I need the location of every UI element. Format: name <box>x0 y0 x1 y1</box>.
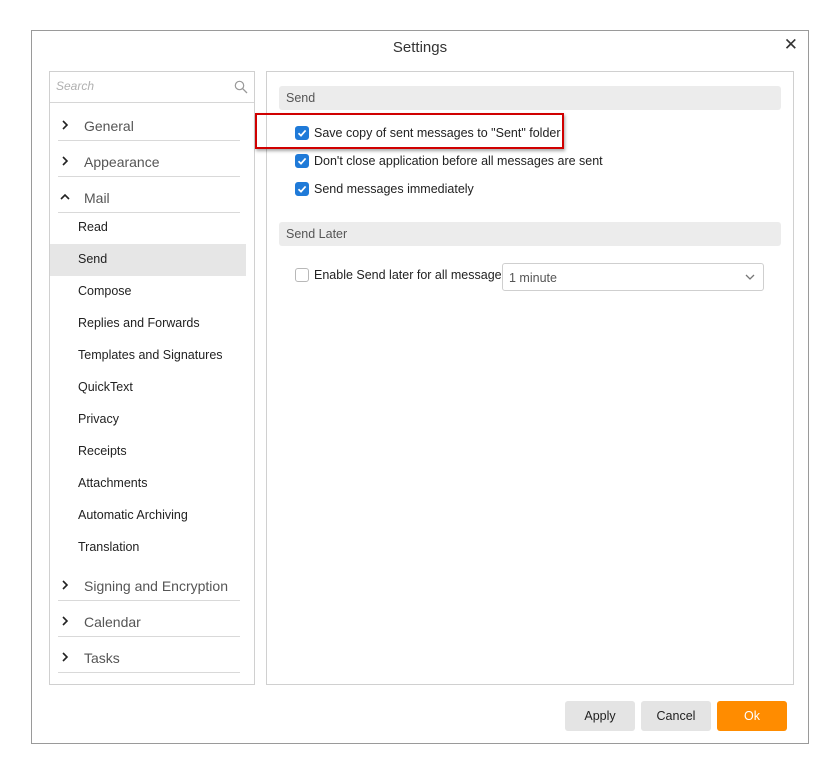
section-header-label: Send Later <box>286 227 348 241</box>
apply-button[interactable]: Apply <box>565 701 635 731</box>
sidebar-group-general[interactable]: General <box>58 112 240 141</box>
chevron-right-icon <box>62 120 69 130</box>
chevron-right-icon <box>62 616 69 626</box>
sidebar-group-label: Tasks <box>84 650 120 666</box>
section-header-label: Send <box>286 91 316 105</box>
search-icon[interactable] <box>234 80 248 94</box>
sidebar-item-templates-signatures[interactable]: Templates and Signatures <box>50 340 246 372</box>
sidebar-item-read[interactable]: Read <box>50 212 246 244</box>
sidebar-item-label: Receipts <box>78 444 127 458</box>
select-value: 1 minute <box>509 271 557 285</box>
option-label: Enable Send later for all messages <box>314 268 508 282</box>
sidebar-item-label: Privacy <box>78 412 119 426</box>
sidebar-item-send[interactable]: Send <box>50 244 246 276</box>
sidebar-item-label: Translation <box>78 540 140 554</box>
sidebar-item-compose[interactable]: Compose <box>50 276 246 308</box>
sidebar-group-tasks[interactable]: Tasks <box>58 644 240 673</box>
search-box <box>50 72 254 103</box>
sidebar-group-label: Mail <box>84 190 110 206</box>
checkbox-unchecked[interactable] <box>295 268 309 282</box>
option-label: Don't close application before all messa… <box>314 154 603 168</box>
sidebar-group-appearance[interactable]: Appearance <box>58 148 240 177</box>
option-label: Send messages immediately <box>314 182 474 196</box>
sidebar-item-label: QuickText <box>78 380 133 394</box>
checkbox-checked[interactable] <box>295 182 309 196</box>
check-icon <box>297 185 307 193</box>
chevron-down-icon <box>745 274 755 280</box>
sidebar-group-label: Signing and Encryption <box>84 578 228 594</box>
settings-sidebar: General Appearance Mail Read Send Compos… <box>49 71 255 685</box>
chevron-right-icon <box>62 580 69 590</box>
ok-button[interactable]: Ok <box>717 701 787 731</box>
close-icon[interactable]: ✕ <box>784 35 798 55</box>
sidebar-item-automatic-archiving[interactable]: Automatic Archiving <box>50 500 246 532</box>
sidebar-item-replies-forwards[interactable]: Replies and Forwards <box>50 308 246 340</box>
cancel-button[interactable]: Cancel <box>641 701 711 731</box>
sidebar-item-label: Compose <box>78 284 132 298</box>
sidebar-item-receipts[interactable]: Receipts <box>50 436 246 468</box>
check-icon <box>297 157 307 165</box>
sidebar-item-quicktext[interactable]: QuickText <box>50 372 246 404</box>
sidebar-group-signing-encryption[interactable]: Signing and Encryption <box>58 572 240 601</box>
send-later-delay-select[interactable]: 1 minute <box>502 263 764 291</box>
sidebar-item-label: Send <box>78 252 108 266</box>
chevron-right-icon <box>62 652 69 662</box>
sidebar-group-label: Calendar <box>84 614 141 630</box>
checkbox-checked[interactable] <box>295 154 309 168</box>
sidebar-item-privacy[interactable]: Privacy <box>50 404 246 436</box>
section-header-send-later: Send Later <box>279 222 781 246</box>
sidebar-item-attachments[interactable]: Attachments <box>50 468 246 500</box>
chevron-up-icon <box>60 193 70 200</box>
sidebar-group-label: Appearance <box>84 154 160 170</box>
search-input[interactable] <box>50 72 226 100</box>
dialog-title: Settings <box>392 39 448 56</box>
highlight-box <box>255 113 564 149</box>
sidebar-group-calendar[interactable]: Calendar <box>58 608 240 637</box>
sidebar-item-label: Replies and Forwards <box>78 316 200 330</box>
chevron-right-icon <box>62 156 69 166</box>
sidebar-item-label: Templates and Signatures <box>78 348 223 362</box>
sidebar-item-label: Automatic Archiving <box>78 508 188 522</box>
section-header-send: Send <box>279 86 781 110</box>
settings-content: Send Save copy of sent messages to "Sent… <box>266 71 794 685</box>
sidebar-group-mail[interactable]: Mail <box>58 184 240 213</box>
sidebar-group-label: General <box>84 118 134 134</box>
sidebar-item-label: Attachments <box>78 476 148 490</box>
sidebar-item-translation[interactable]: Translation <box>50 532 246 564</box>
sidebar-item-label: Read <box>78 220 108 234</box>
